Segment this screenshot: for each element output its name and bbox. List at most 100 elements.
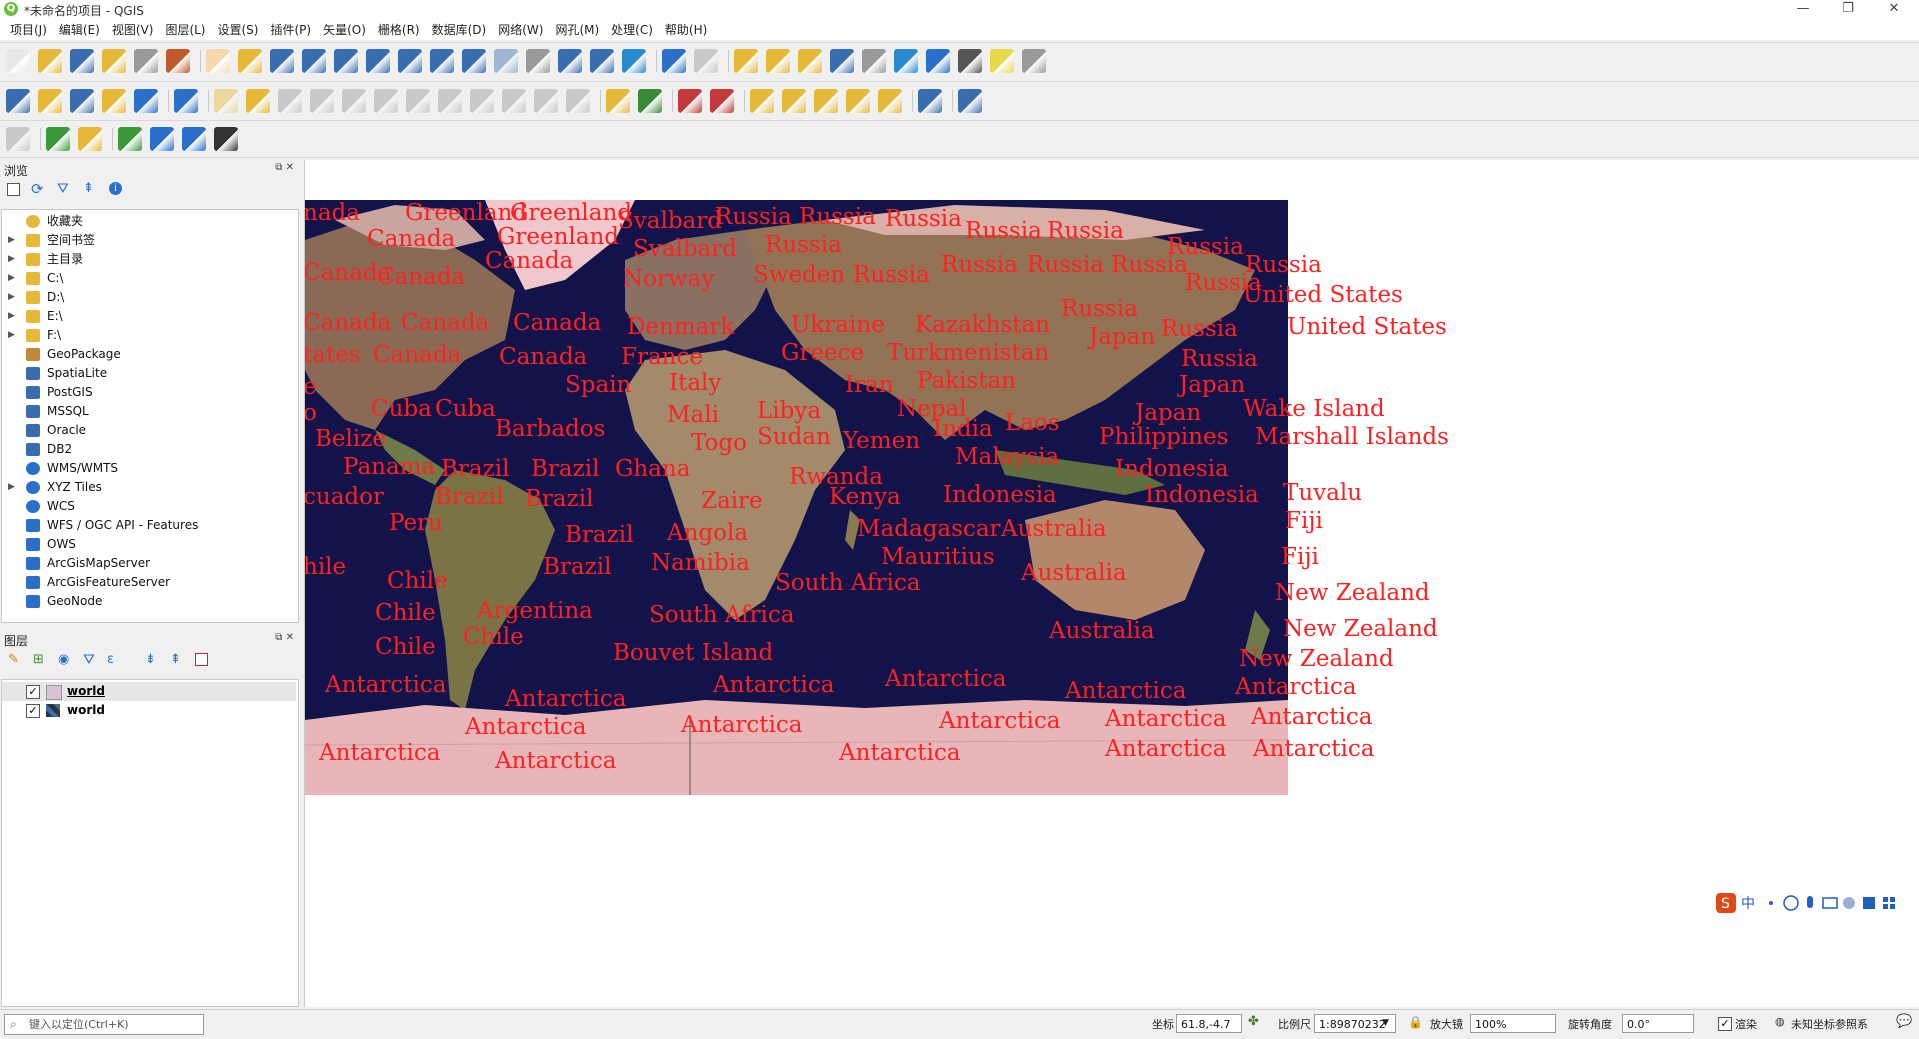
- print-layout-icon[interactable]: [134, 49, 158, 73]
- browser-item[interactable]: MSSQL: [2, 402, 296, 421]
- zoom-last-icon[interactable]: [462, 49, 486, 73]
- layer-visibility-checkbox[interactable]: ✓: [26, 685, 40, 699]
- ime-toolbar[interactable]: S 中: [1711, 890, 1919, 916]
- browser-item[interactable]: SpatiaLite: [2, 364, 296, 383]
- add-vector-icon[interactable]: [174, 89, 198, 113]
- cut-features-icon[interactable]: [438, 89, 462, 113]
- locator-search-input[interactable]: ⌕ 键入以定位(Ctrl+K): [4, 1014, 204, 1035]
- browser-item[interactable]: ▶ C:\: [2, 269, 296, 288]
- locator-plugin-icon[interactable]: [46, 127, 70, 151]
- browser-item[interactable]: GeoNode: [2, 592, 296, 611]
- osm-search-icon[interactable]: [214, 127, 238, 151]
- undo-icon[interactable]: [534, 89, 558, 113]
- menu-item-12[interactable]: 帮助(H): [659, 20, 713, 40]
- filter-by-expression-icon[interactable]: ε: [107, 652, 123, 668]
- menu-item-2[interactable]: 视图(V): [106, 20, 160, 40]
- text-annotation-icon[interactable]: [1022, 49, 1046, 73]
- expand-arrow-icon[interactable]: ▶: [8, 288, 15, 307]
- show-hide-labels-icon[interactable]: [710, 89, 734, 113]
- temp-layer-icon[interactable]: [134, 89, 158, 113]
- digitize-tracing-icon[interactable]: [6, 127, 30, 151]
- render-checkbox[interactable]: ✓: [1718, 1017, 1732, 1031]
- delete-selected-icon[interactable]: [406, 89, 430, 113]
- field-calculator-icon[interactable]: [862, 49, 886, 73]
- browser-item[interactable]: OWS: [2, 535, 296, 554]
- label-toolbar-icon[interactable]: [606, 89, 630, 113]
- crs-status-label[interactable]: 未知坐标参照系: [1791, 1016, 1868, 1032]
- browser-item[interactable]: WMS/WMTS: [2, 459, 296, 478]
- deselect-icon[interactable]: [798, 49, 822, 73]
- menu-item-1[interactable]: 编辑(E): [53, 20, 106, 40]
- rotate-label-icon[interactable]: [814, 89, 838, 113]
- refresh-icon[interactable]: ⟳: [31, 181, 47, 197]
- add-feature-icon[interactable]: [310, 89, 334, 113]
- processing-toolbox-icon[interactable]: [894, 49, 918, 73]
- new-bookmark-icon[interactable]: [558, 49, 582, 73]
- modify-attributes-icon[interactable]: [374, 89, 398, 113]
- manage-visibility-icon[interactable]: ◉: [58, 652, 74, 668]
- pin-labels-icon[interactable]: [678, 89, 702, 113]
- toggle-extents-icon[interactable]: ✤: [1248, 1014, 1259, 1029]
- identify-icon[interactable]: [662, 49, 686, 73]
- highlight-pinned-icon[interactable]: [750, 89, 774, 113]
- metasearch-icon[interactable]: [150, 127, 174, 151]
- browser-panel-controls[interactable]: ⧉ ✕: [275, 162, 294, 173]
- browser-item[interactable]: ArcGisMapServer: [2, 554, 296, 573]
- crs-globe-icon[interactable]: ◍: [1775, 1015, 1785, 1028]
- vertex-tool-icon[interactable]: [342, 89, 366, 113]
- expand-arrow-icon[interactable]: ▶: [8, 250, 15, 269]
- scale-dropdown-chevron-icon[interactable]: ▼: [1382, 1018, 1389, 1028]
- browser-item[interactable]: ▶ D:\: [2, 288, 296, 307]
- menu-item-0[interactable]: 项目(J): [0, 20, 53, 40]
- statistics-icon[interactable]: [926, 49, 950, 73]
- add-group-icon[interactable]: ⊞: [33, 652, 49, 668]
- expand-all-icon[interactable]: ⇟: [145, 652, 161, 668]
- expand-arrow-icon[interactable]: ▶: [8, 478, 15, 497]
- label-properties-icon[interactable]: [878, 89, 902, 113]
- zoom-full-icon[interactable]: [334, 49, 358, 73]
- data-source-manager-icon[interactable]: [6, 89, 30, 113]
- new-map-view-icon[interactable]: [526, 49, 550, 73]
- browser-item[interactable]: ▶ 主目录: [2, 250, 296, 269]
- layers-panel-controls[interactable]: ⧉ ✕: [275, 632, 294, 643]
- save-as-icon[interactable]: [102, 49, 126, 73]
- close-button[interactable]: ✕: [1874, 0, 1914, 20]
- help-icon[interactable]: [958, 89, 982, 113]
- move-label-icon[interactable]: [782, 89, 806, 113]
- zoom-selection-icon[interactable]: [366, 49, 390, 73]
- menu-item-6[interactable]: 矢量(O): [317, 20, 372, 40]
- expand-arrow-icon[interactable]: ▶: [8, 307, 15, 326]
- zoom-out-icon[interactable]: [302, 49, 326, 73]
- copy-features-icon[interactable]: [470, 89, 494, 113]
- redo-icon[interactable]: [566, 89, 590, 113]
- save-project-icon[interactable]: [70, 49, 94, 73]
- collapse-all-layers-icon[interactable]: ⇞: [170, 652, 186, 668]
- gps-icon[interactable]: [118, 127, 142, 151]
- browser-item[interactable]: 收藏夹: [2, 212, 296, 231]
- info-icon[interactable]: i: [109, 182, 122, 195]
- menu-item-5[interactable]: 插件(P): [264, 20, 317, 40]
- new-geopackage-icon[interactable]: [38, 89, 62, 113]
- browser-item[interactable]: ▶ 空间书签: [2, 231, 296, 250]
- pan-to-selection-icon[interactable]: [238, 49, 262, 73]
- zoom-next-icon[interactable]: [494, 49, 518, 73]
- layer-item[interactable]: ✓ world: [2, 682, 296, 701]
- filter-icon[interactable]: ⛛: [57, 181, 73, 197]
- quickmap-icon[interactable]: [78, 127, 102, 151]
- style-manager-icon[interactable]: [166, 49, 190, 73]
- digitize-icon[interactable]: [102, 89, 126, 113]
- open-layer-styling-icon[interactable]: ✎: [8, 652, 24, 668]
- layer-visibility-checkbox[interactable]: ✓: [26, 704, 40, 718]
- expand-arrow-icon[interactable]: ▶: [8, 269, 15, 288]
- pan-icon[interactable]: [206, 49, 230, 73]
- restore-button[interactable]: ❐: [1828, 0, 1868, 20]
- show-bookmarks-icon[interactable]: [590, 49, 614, 73]
- annotation-icon[interactable]: [990, 49, 1014, 73]
- browser-item[interactable]: DB2: [2, 440, 296, 459]
- current-edits-icon[interactable]: [214, 89, 238, 113]
- browser-item[interactable]: GeoPackage: [2, 345, 296, 364]
- toggle-editing-icon[interactable]: [246, 89, 270, 113]
- open-project-icon[interactable]: [38, 49, 62, 73]
- remove-layer-icon[interactable]: [195, 653, 208, 666]
- menu-item-11[interactable]: 处理(C): [605, 20, 659, 40]
